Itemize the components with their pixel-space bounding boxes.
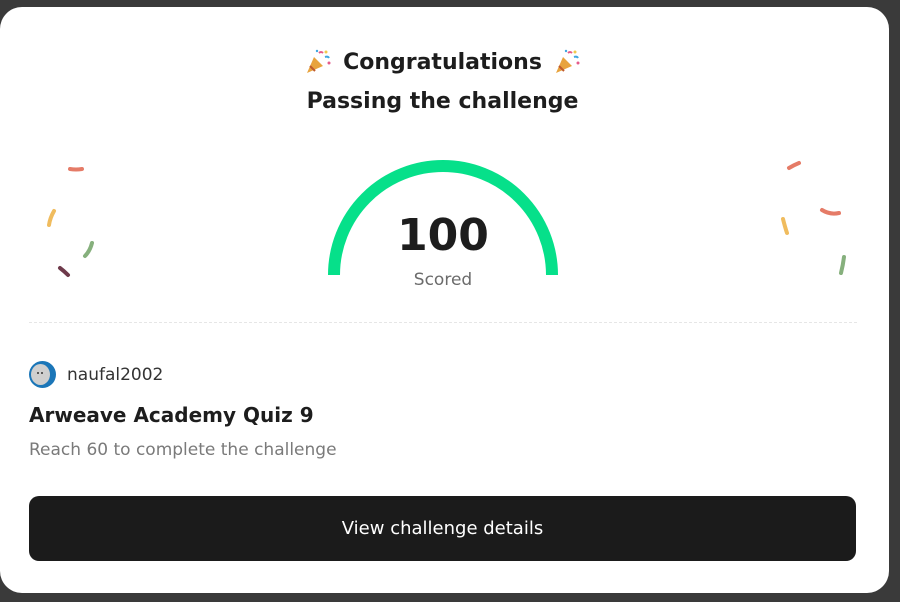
view-challenge-details-button[interactable]: View challenge details [29, 496, 856, 561]
challenge-title: Arweave Academy Quiz 9 [29, 403, 314, 427]
party-popper-icon [307, 49, 331, 73]
party-popper-icon [555, 49, 580, 73]
result-card: Congratulations Passing the challenge 10… [0, 7, 889, 593]
confetti-piece [68, 167, 84, 172]
confetti-piece [47, 209, 56, 227]
title-row: Congratulations [0, 49, 885, 75]
confetti-piece [781, 217, 789, 235]
user-row: naufal2002 [29, 361, 163, 388]
username: naufal2002 [67, 364, 164, 385]
confetti-piece [820, 208, 841, 216]
confetti-piece [58, 266, 70, 277]
confetti-piece [787, 161, 801, 170]
page-subtitle: Passing the challenge [306, 89, 579, 114]
confetti-piece [83, 241, 94, 258]
challenge-requirement: Reach 60 to complete the challenge [29, 440, 337, 460]
score-label: Scored [413, 270, 473, 290]
divider [29, 322, 857, 323]
avatar [29, 361, 56, 388]
score-value: 100 [397, 210, 489, 261]
confetti-piece [839, 255, 846, 275]
page-title: Congratulations [343, 49, 542, 75]
